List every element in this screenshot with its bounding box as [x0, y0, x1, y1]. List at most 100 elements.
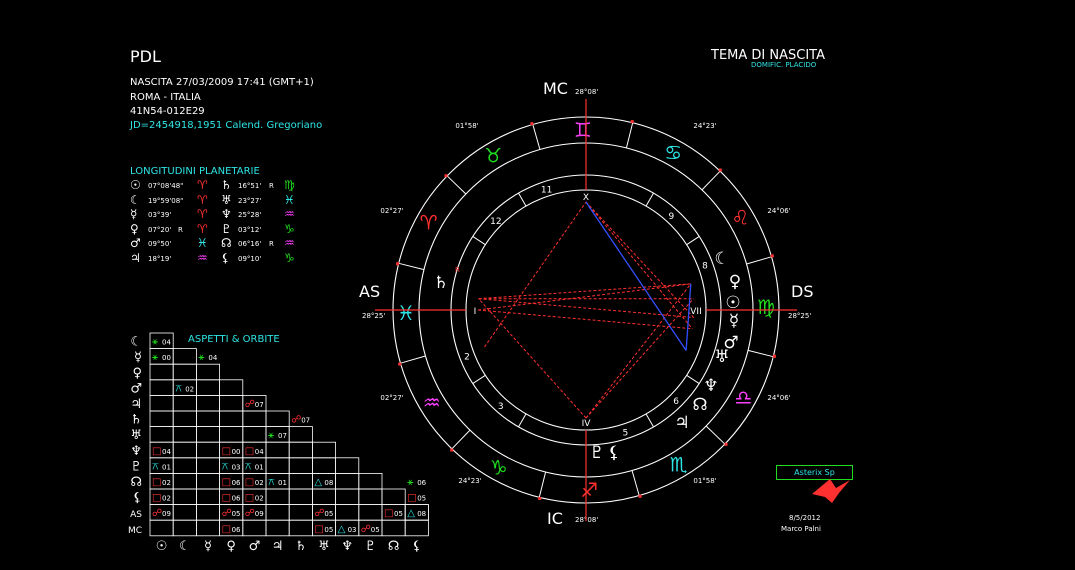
aspect-orb: 03: [232, 463, 241, 471]
grid-cell: [172, 426, 197, 443]
grid-cell: [381, 519, 406, 537]
grid-cell: [172, 519, 197, 537]
aspect-orb: 03: [348, 526, 357, 534]
aspect-symbol: △: [407, 508, 415, 519]
grid-cell: [195, 504, 220, 521]
grid-cell: [195, 472, 220, 490]
aspect-symbol: △: [314, 477, 322, 488]
grid-cell: [219, 410, 244, 428]
aspect-symbol: □: [222, 446, 231, 457]
aspect-symbol: □: [245, 446, 254, 457]
grid-cell: [172, 410, 197, 428]
aspect-symbol: □: [222, 524, 231, 535]
aspect-orb: 04: [255, 448, 264, 456]
column-label: ♀: [226, 539, 236, 554]
aspect-orb: 09: [162, 510, 171, 518]
column-label: ♇: [365, 539, 377, 554]
grid-cell: [242, 410, 267, 428]
aspect-symbol: □: [407, 493, 416, 504]
stage: { "header": { "name": "PDL", "birth_line…: [0, 0, 1075, 570]
grid-cell: [404, 519, 429, 537]
grid-cell: [195, 426, 220, 443]
grid-cell: [358, 472, 383, 490]
column-label: ♃: [272, 539, 284, 554]
column-label: ♂: [249, 539, 261, 554]
aspect-symbol: ☍: [245, 508, 255, 519]
grid-cell: [195, 457, 220, 474]
grid-cell: [242, 426, 267, 443]
grid-cell: [335, 488, 360, 506]
row-label: MC: [128, 526, 142, 536]
aspect-symbol: ⚹: [268, 430, 274, 441]
aspect-symbol: ☍: [314, 508, 324, 519]
grid-cell: [149, 410, 174, 428]
column-label: ☾: [179, 539, 191, 554]
aspect-symbol: □: [384, 508, 393, 519]
grid-cell: [358, 504, 383, 521]
grid-cell: [288, 488, 313, 506]
aspect-symbol: □: [152, 477, 161, 488]
grid-cell: [265, 504, 290, 521]
aspect-symbol: ⚻: [245, 461, 252, 472]
aspect-orb: 09: [255, 510, 264, 518]
grid-cell: [172, 472, 197, 490]
aspect-symbol: ⚻: [268, 477, 275, 488]
grid-cell: [172, 457, 197, 474]
aspect-orb: 06: [417, 479, 426, 487]
grid-cell: [195, 363, 220, 381]
grid-cell: [219, 379, 244, 396]
grid-cell: [311, 488, 336, 506]
aspect-orb: 04: [162, 448, 171, 456]
grid-cell: [219, 426, 244, 443]
aspect-symbol: ⚹: [407, 477, 413, 488]
column-label: ⚸: [412, 539, 422, 554]
grid-cell: [265, 488, 290, 506]
aspect-orb: 05: [417, 495, 426, 503]
aspect-symbol: ☍: [291, 415, 301, 426]
grid-cell: [288, 441, 313, 459]
aspect-symbol: □: [152, 446, 161, 457]
column-label: ☉: [156, 539, 168, 554]
column-label: ☊: [388, 539, 400, 554]
aspect-orb: 02: [162, 479, 171, 487]
aspect-orb: 01: [162, 463, 171, 471]
grid-cell: [288, 426, 313, 443]
grid-cell: [335, 457, 360, 474]
grid-cell: [172, 488, 197, 506]
row-label: ☿: [134, 350, 142, 365]
grid-cell: [219, 394, 244, 412]
aspect-orb: 00: [232, 448, 241, 456]
grid-cell: [172, 394, 197, 412]
grid-cell: [149, 426, 174, 443]
grid-cell: [288, 472, 313, 490]
grid-cell: [195, 410, 220, 428]
aspect-symbol: ⚻: [152, 461, 159, 472]
grid-cell: [242, 519, 267, 537]
grid-cell: [172, 504, 197, 521]
aspect-orb: 05: [394, 510, 403, 518]
aspect-orb: 07: [255, 401, 264, 409]
aspect-orb: 01: [255, 463, 264, 471]
row-label: ♀: [132, 366, 142, 381]
aspect-orb: 02: [255, 495, 264, 503]
aspect-symbol: ⚹: [198, 352, 204, 363]
grid-cell: [195, 379, 220, 396]
aspect-symbol: □: [245, 477, 254, 488]
aspect-orb: 08: [417, 510, 426, 518]
aspect-grid: ☾☿♀♂♃♄♅♆♇☊⚸ASMC☉ ☾ ☿ ♀ ♂ ♃ ♄ ♅ ♆ ♇ ☊ ⚸⚹ 04⚹ 00 ⚹ 04⚻ 02☍…: [128, 332, 429, 554]
aspect-orb: 05: [232, 510, 241, 518]
grid-cell: [335, 472, 360, 490]
grid-cell: [195, 441, 220, 459]
row-label: ⚸: [132, 491, 142, 506]
row-label: ♅: [130, 428, 142, 443]
aspect-symbol: ☍: [222, 508, 232, 519]
aspect-orb: 06: [232, 495, 241, 503]
aspect-symbol: □: [152, 493, 161, 504]
grid-cell: [172, 348, 197, 365]
grid-cell: [195, 519, 220, 537]
aspect-orb: 05: [324, 510, 333, 518]
column-label: ♅: [318, 539, 330, 554]
column-label: ♆: [341, 539, 353, 554]
aspect-orb: 08: [324, 479, 333, 487]
aspect-orb: 02: [185, 385, 194, 393]
